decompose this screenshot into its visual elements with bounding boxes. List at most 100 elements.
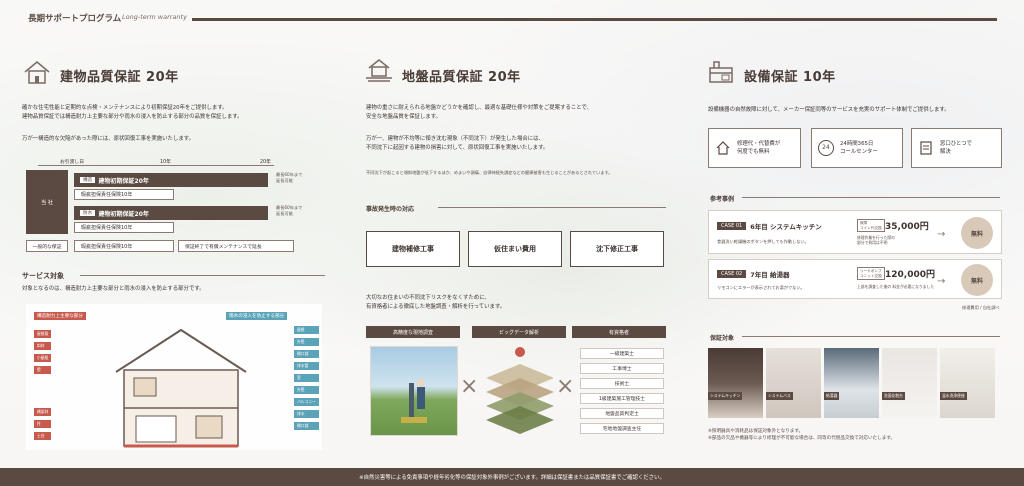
response-rule [438, 207, 666, 208]
waterproof-insurance: 瑕疵担保責任保険10年 [74, 222, 174, 233]
equipment-notes: ※照明器具や消耗品は保証対象外となります。 ※部品の欠品や機器等により修理が不可… [708, 429, 896, 441]
case-title: 6年目 システムキッチン [750, 223, 822, 231]
temp-housing-box: 仮住まい費用 [468, 231, 562, 267]
times-icon-2: × [556, 374, 575, 399]
case-title: 7年目 給湯器 [750, 271, 790, 279]
item-label: 洗面化粧台 [882, 392, 905, 400]
case-price: 35,000円 [885, 222, 929, 232]
waterproof-note: 最長60年まで 延長可能 [276, 205, 303, 216]
footer-note: ※自然災害等による免責事項や経年劣化等の保証対象外事例がございます。詳細は保証書… [0, 468, 1024, 486]
feature-text: 24時間365日 コールセンター [840, 141, 878, 155]
toilet-photo: 温水洗浄便座 [940, 348, 995, 418]
repair-box: 建物補修工事 [366, 231, 460, 267]
building-title: 建物品質保証 20年 [60, 70, 179, 85]
page-title: 長期サポートプログラム [28, 14, 122, 24]
kitchen-photo: システムキッチン [708, 348, 763, 418]
subsidence-box: 沈下修正工事 [570, 231, 664, 267]
free-badge: 無料 [961, 217, 993, 249]
service-title: サービス対象 [22, 272, 64, 280]
expert-item: 地盤品質判定士 [580, 408, 664, 419]
right-part-2: 開口部 [294, 350, 319, 358]
house-cross-section-icon [115, 328, 247, 448]
reference-title: 参考事例 [710, 196, 735, 203]
header-rule [192, 18, 997, 21]
structure-text: 建物初期保証20年 [98, 177, 149, 185]
data-layers-icon [480, 344, 560, 442]
left-part-0: 屋根版 [34, 330, 52, 338]
equipment-photos: システムキッチン システムバス 給湯器 洗面化粧台 温水洗浄便座 [708, 348, 995, 418]
case-detail: 修理作業を行った際の 部分で費用は不明 [857, 235, 895, 245]
expert-item: 1級建築施工管理技士 [580, 393, 664, 404]
structure-label: 構造耐力上主要な部分 [34, 312, 86, 320]
service-rule [80, 275, 325, 276]
response-title: 事故発生時の対応 [366, 206, 415, 213]
house-icon [716, 141, 730, 155]
right-part-6: バルコニー [294, 398, 319, 406]
arrow-right-icon: → [937, 276, 946, 287]
waterproof-bar: 防水 建物初期保証20年 [74, 206, 268, 220]
timeline-20y: 20年 [260, 160, 271, 165]
house-icon [22, 58, 52, 90]
bath-photo: システムバス [766, 348, 821, 418]
ground-note: 不同沈下が起こると傾斜地盤が低下するほか、めまいや頭痛、自律神経失調症などの健康… [366, 170, 613, 175]
left-part-4: 横架材 [34, 408, 52, 416]
building-desc2: 万が一構造的な欠陥があった際には、原状回復工事を実施いたします。 [22, 136, 194, 142]
right-part-3: 排水管 [294, 362, 319, 370]
structure-bar: 構造 建物初期保証20年 [74, 173, 268, 187]
item-label: 温水洗浄便座 [940, 392, 967, 400]
free-badge: 無料 [961, 264, 993, 296]
qualified-head: 有資格者 [572, 326, 666, 338]
case-desc: 食器洗い乾燥機のボタンを押しても作動しない。 [717, 239, 809, 244]
left-part-3: 壁 [34, 366, 52, 374]
left-part-2: 小屋組 [34, 354, 52, 362]
right-part-1: 外壁 [294, 338, 319, 346]
case-detail: 上部を調査した後の 料金が必要になりました [857, 284, 935, 289]
ground-desc3: 大切なお住まいの不同沈下リスクをなくすために、 有資格者による徹底した地盤調査・… [366, 295, 506, 310]
ground-house-icon [364, 56, 394, 88]
left-part-1: 斜材 [34, 342, 52, 350]
right-part-7: 排水 [294, 410, 319, 418]
item-label: 給湯器 [824, 392, 840, 400]
feature-one-window: 窓口ひとつで 解決 [911, 128, 1002, 168]
general-label: 一般的な保証 [26, 240, 68, 252]
case-tag: リードボンプ ユニット交換 [857, 267, 885, 281]
right-part-4: 窓 [294, 374, 319, 382]
case-label: CASE 02 [717, 270, 747, 278]
target-title: 保証対象 [710, 335, 735, 342]
feature-text: 窓口ひとつで 解決 [940, 141, 972, 155]
structure-tag: 構造 [80, 177, 96, 183]
left-part-5: 柱 [34, 420, 52, 428]
owner-label: 当 社 [26, 170, 68, 234]
structure-insurance: 瑕疵担保責任保険10年 [74, 189, 174, 200]
building-desc: 確かな住宅性能と定期的な点検・メンテナンスにより初期保証20年をご提供します。 … [22, 105, 243, 120]
ground-desc2: 万が一、建物が不均等に傾き沈む現象（不同沈下）が発生した場合には、 不同沈下に起… [366, 136, 549, 151]
item-label: システムキッチン [708, 392, 743, 400]
service-desc: 対象となるのは、構造耐力上主要な部分と雨水の浸入を防止する部分です。 [22, 286, 205, 292]
timeline-axis [38, 165, 274, 166]
arrow-right-icon: → [937, 229, 946, 240]
case-tag: 故障 コイン代交換 [857, 219, 885, 233]
water-heater-photo: 給湯器 [824, 348, 879, 418]
expert-list: 一級建築士 工事博士 技術士 1級建築施工管理技士 地盤品質判定士 宅地地盤調査… [580, 348, 664, 434]
times-icon-1: × [460, 374, 479, 399]
case-row: CASE 01 6年目 システムキッチン 食器洗い乾燥機のボタンを押しても作動し… [708, 210, 1002, 254]
general-note: 保証終了で有償メンテナンスで延長 [178, 240, 294, 252]
right-part-0: 屋根 [294, 326, 319, 334]
washbasin-photo: 洗面化粧台 [882, 348, 937, 418]
timeline-10y: 10年 [160, 160, 171, 165]
target-rule [742, 336, 1000, 337]
structure-note: 最長60年まで 延長可能 [276, 172, 303, 183]
clock-24-icon: 24 [818, 140, 834, 156]
case-label: CASE 01 [717, 222, 747, 230]
general-row: 瑕疵担保責任保険10年 [74, 240, 174, 252]
item-label: システムバス [766, 392, 793, 400]
bigdata-head: ビッグデータ解析 [472, 326, 566, 338]
equipment-desc: 設備機器の自然故障に対して、メーカー保証同等のサービスを充実のサポート体制でご提… [708, 107, 950, 113]
case-desc: リモコンにエラーが表示されてお湯がでない。 [717, 285, 805, 290]
case-row: CASE 02 7年目 給湯器 リモコンにエラーが表示されてお湯がでない。 リー… [708, 259, 1002, 299]
feature-text: 修理代・代替費が 何度でも無料 [737, 141, 781, 155]
ground-desc: 建物の重さに耐えられる地盤かどうかを確認し、最適な基礎仕様や対策をご提案すること… [366, 105, 593, 120]
expert-item: 宅地地盤調査主任 [580, 423, 664, 434]
right-part-5: 外壁 [294, 386, 319, 394]
right-part-8: 開口部 [294, 422, 319, 430]
